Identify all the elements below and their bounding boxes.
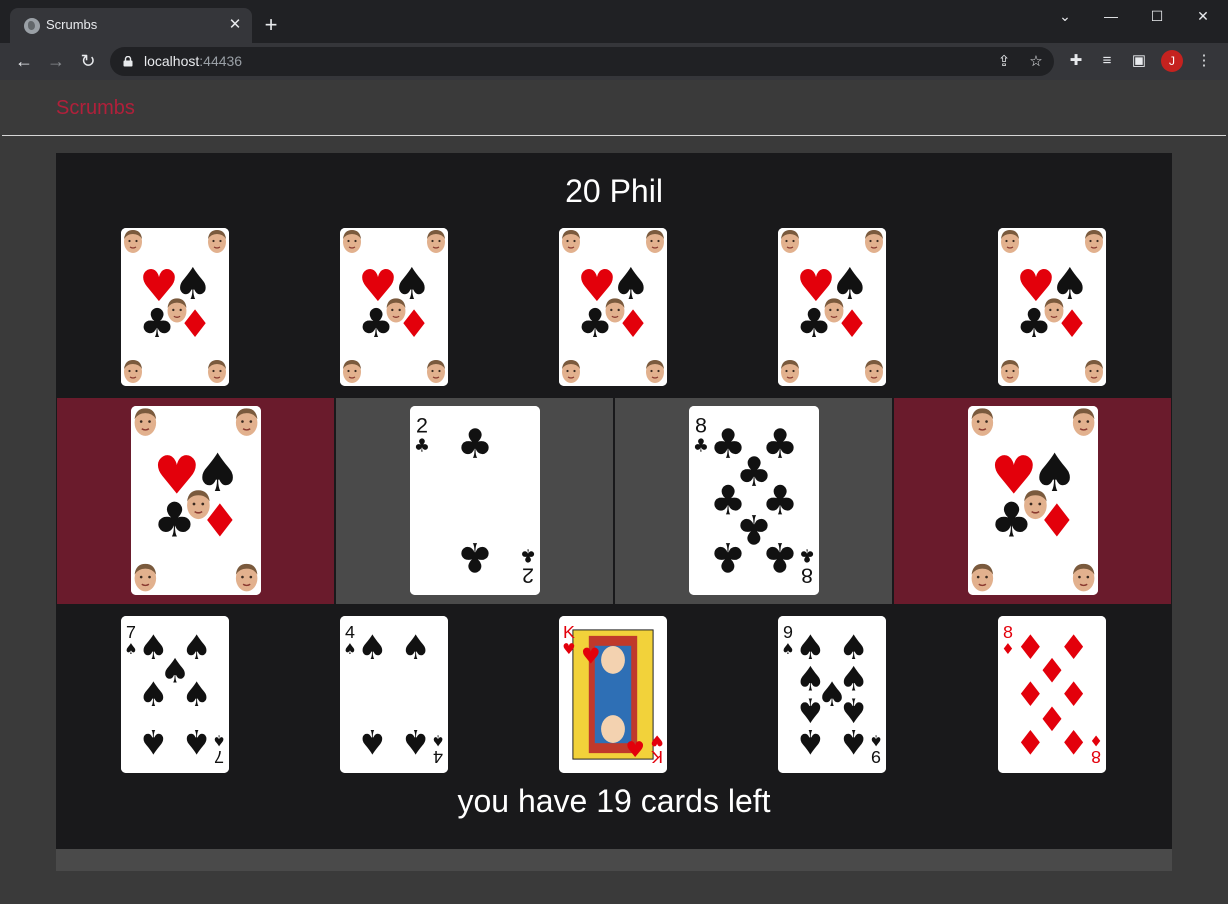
- board-footer: [56, 849, 1172, 871]
- svg-text:♣: ♣: [519, 545, 535, 566]
- profile-avatar[interactable]: J: [1161, 50, 1183, 72]
- tab-search-icon[interactable]: ⌄: [1042, 4, 1088, 28]
- minimize-icon[interactable]: —: [1088, 4, 1134, 28]
- svg-text:♠: ♠: [357, 722, 387, 761]
- svg-text:♠: ♠: [400, 722, 430, 761]
- svg-text:♠: ♠: [357, 628, 387, 667]
- side-panel-icon[interactable]: ▣: [1129, 51, 1149, 71]
- svg-text:♠: ♠: [781, 640, 794, 658]
- tab-strip: Scrumbs ✕ + ⌄ — ☐ ✕: [0, 0, 1228, 43]
- brand-link[interactable]: Scrumbs: [56, 97, 135, 120]
- reload-icon[interactable]: ↻: [76, 49, 100, 73]
- table-area: ♥ ♠ ♣ ♦ ♣ ♣ 2 ♣ 2 ♣ ♣ ♣ ♣ ♣ ♣ ♣ ♣ ♣ 8 ♣ 8 ♣: [57, 398, 1171, 604]
- svg-text:♥: ♥: [562, 640, 575, 658]
- url-text: localhost:44436: [144, 53, 242, 69]
- game-board: 20 Phil ♥ ♠ ♣ ♦ ♣ ♣ 2 ♣ 2 ♣ ♣ ♣ ♣ ♣ ♣ ♣ …: [56, 153, 1172, 849]
- table-slot[interactable]: ♣ ♣ ♣ ♣ ♣ ♣ ♣ ♣ 8 ♣ 8 ♣: [615, 398, 892, 604]
- tab-title: Scrumbs: [46, 17, 98, 32]
- window-close-icon[interactable]: ✕: [1180, 4, 1226, 28]
- svg-text:♠: ♠: [138, 722, 168, 761]
- url-host: localhost: [144, 53, 200, 69]
- svg-text:♠: ♠: [431, 731, 444, 749]
- arrow-left-icon[interactable]: ←: [12, 49, 36, 73]
- table-slot[interactable]: ♣ ♣ 2 ♣ 2 ♣: [336, 398, 613, 604]
- star-icon[interactable]: ☆: [1026, 52, 1046, 72]
- svg-text:♠: ♠: [400, 628, 430, 667]
- svg-text:♠: ♠: [343, 640, 356, 658]
- svg-text:♥: ♥: [650, 731, 663, 749]
- svg-text:♠: ♠: [795, 722, 825, 761]
- browser-tab[interactable]: Scrumbs ✕: [10, 8, 252, 43]
- address-bar[interactable]: localhost:44436 ⇪ ☆: [110, 47, 1054, 76]
- svg-text:♣: ♣: [413, 435, 429, 456]
- hand-card[interactable]: ♠ ♠ ♠ ♠ ♠ ♠ ♠ 7 ♠ 7 ♠: [121, 616, 229, 773]
- url-port: :44436: [199, 53, 243, 69]
- puzzle-icon[interactable]: ✚: [1066, 51, 1086, 71]
- svg-text:♠: ♠: [212, 731, 225, 749]
- opponent-label: 20 Phil: [565, 173, 663, 209]
- media-icon[interactable]: ≡: [1097, 51, 1117, 71]
- hand-card[interactable]: ♠ ♠ ♠ ♠ ♠ ♠ ♠ ♠ ♠ 9 ♠ 9 ♠: [778, 616, 886, 773]
- browser-toolbar: ← → ↻ localhost:44436 ⇪ ☆ ✚ ≡ ▣ J ⋮: [0, 43, 1228, 80]
- svg-text:♦: ♦: [1015, 722, 1045, 761]
- svg-text:♥: ♥: [625, 738, 645, 763]
- svg-text:♠: ♠: [181, 722, 211, 761]
- lock-icon[interactable]: [123, 56, 133, 67]
- svg-text:♥: ♥: [581, 645, 601, 670]
- svg-text:♣: ♣: [456, 420, 492, 468]
- share-icon[interactable]: ⇪: [994, 52, 1014, 72]
- svg-text:♠: ♠: [181, 675, 211, 714]
- hand-card[interactable]: ♦ ♦ ♦ ♦ ♦ ♦ ♦ ♦ 8 ♦ 8 ♦: [998, 616, 1106, 773]
- opponent-card-back: ♥ ♠ ♣ ♦: [121, 228, 229, 386]
- table-card-back: ♥ ♠ ♣ ♦: [130, 406, 261, 595]
- svg-text:♦: ♦: [1089, 731, 1102, 749]
- table-card-back: ♥ ♠ ♣ ♦: [967, 406, 1098, 595]
- svg-text:♣: ♣: [709, 533, 745, 581]
- svg-text:♣: ♣: [798, 545, 814, 566]
- table-card: ♣ ♣ 2 ♣ 2 ♣: [409, 406, 540, 595]
- hand-card[interactable]: ♥ ♥ K ♥ K ♥: [559, 616, 667, 773]
- svg-text:2: 2: [522, 564, 534, 588]
- close-tab-icon[interactable]: ✕: [226, 16, 244, 34]
- opponent-card-back: ♥ ♠ ♣ ♦: [559, 228, 667, 386]
- opponent-card-back: ♥ ♠ ♣ ♦: [998, 228, 1106, 386]
- hand-card[interactable]: ♠ ♠ ♠ ♠ 4 ♠ 4 ♠: [340, 616, 448, 773]
- maximize-icon[interactable]: ☐: [1134, 4, 1180, 28]
- svg-text:2: 2: [415, 413, 427, 437]
- svg-text:♣: ♣: [761, 533, 797, 581]
- opponent-card-back: ♥ ♠ ♣ ♦: [340, 228, 448, 386]
- table-slot[interactable]: ♥ ♠ ♣ ♦: [57, 398, 334, 604]
- svg-text:♦: ♦: [1058, 722, 1088, 761]
- cards-left-label: you have 19 cards left: [457, 783, 771, 819]
- svg-text:♠: ♠: [124, 640, 137, 658]
- svg-text:♠: ♠: [138, 675, 168, 714]
- svg-text:8: 8: [694, 413, 706, 437]
- new-tab-icon[interactable]: +: [260, 14, 282, 36]
- svg-text:♠: ♠: [838, 722, 868, 761]
- svg-text:♠: ♠: [869, 731, 882, 749]
- svg-text:♦: ♦: [1001, 640, 1014, 658]
- app-navbar: Scrumbs: [2, 80, 1226, 136]
- table-card: ♣ ♣ ♣ ♣ ♣ ♣ ♣ ♣ 8 ♣ 8 ♣: [688, 406, 819, 595]
- kebab-menu-icon[interactable]: ⋮: [1194, 51, 1214, 71]
- globe-icon: [24, 18, 40, 34]
- arrow-right-icon[interactable]: →: [44, 49, 68, 73]
- svg-text:8: 8: [801, 564, 813, 588]
- svg-text:♣: ♣: [456, 533, 492, 581]
- table-slot[interactable]: ♥ ♠ ♣ ♦: [894, 398, 1171, 604]
- svg-text:♣: ♣: [692, 435, 708, 456]
- opponent-card-back: ♥ ♠ ♣ ♦: [778, 228, 886, 386]
